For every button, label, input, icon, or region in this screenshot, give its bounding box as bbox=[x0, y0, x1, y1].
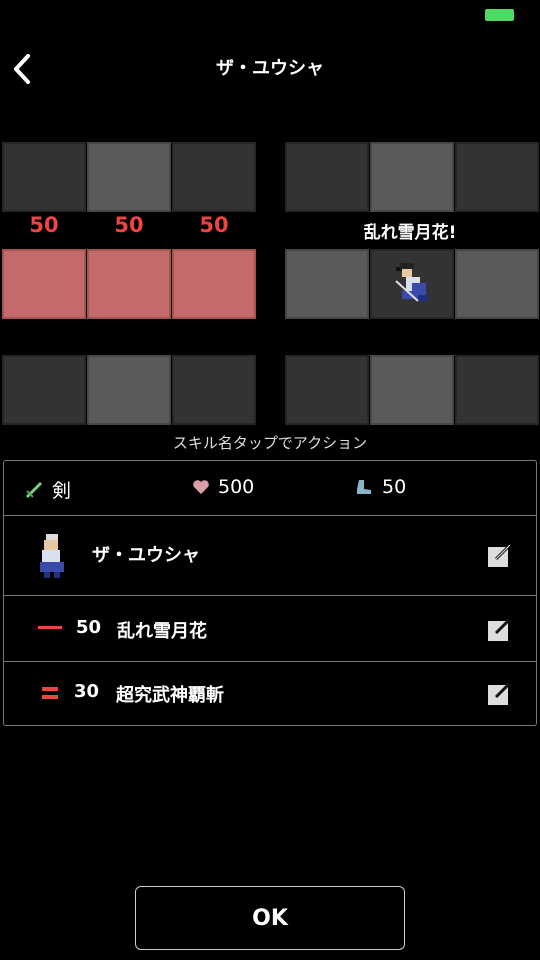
skill-name: 乱れ雪月花 bbox=[117, 621, 207, 642]
character-panel: 剣 500 50 ザ・ユウシャ 50 乱れ雪月花 30 超究武神覇斬 bbox=[3, 460, 537, 726]
edit-icon[interactable] bbox=[486, 541, 514, 569]
edit-icon[interactable] bbox=[486, 615, 514, 643]
target-cell[interactable] bbox=[87, 249, 171, 319]
skill-value: 30 bbox=[74, 681, 100, 702]
grid-cell[interactable] bbox=[455, 142, 539, 212]
battery-indicator bbox=[485, 9, 514, 21]
grid-cell[interactable] bbox=[455, 355, 539, 425]
grid-cell[interactable] bbox=[172, 355, 256, 425]
heart-icon bbox=[193, 480, 209, 494]
hp-value: 500 bbox=[218, 476, 255, 498]
skill-name-label: 乱れ雪月花! bbox=[363, 223, 457, 243]
sword-icon bbox=[25, 481, 43, 498]
grid-cell[interactable] bbox=[285, 355, 369, 425]
speed-value: 50 bbox=[382, 476, 407, 498]
hint-text: スキル名タップでアクション bbox=[172, 434, 368, 452]
grid-cell[interactable] bbox=[455, 249, 539, 319]
skill-value: 50 bbox=[76, 617, 102, 638]
double-line-icon bbox=[42, 687, 58, 699]
skill-row[interactable]: 30 超究武神覇斬 bbox=[4, 665, 536, 725]
skill-row[interactable]: 50 乱れ雪月花 bbox=[4, 599, 536, 659]
grid-cell[interactable] bbox=[370, 142, 454, 212]
grid-cell[interactable] bbox=[285, 142, 369, 212]
edit-icon[interactable] bbox=[486, 679, 514, 707]
grid-cell[interactable] bbox=[2, 355, 86, 425]
divider bbox=[4, 595, 536, 596]
ok-button[interactable]: OK bbox=[135, 886, 405, 950]
boot-icon bbox=[357, 480, 371, 494]
page-title: ザ・ユウシャ bbox=[216, 58, 324, 79]
grid-cell[interactable] bbox=[370, 355, 454, 425]
grid-cell[interactable] bbox=[87, 355, 171, 425]
damage-label: 50 bbox=[199, 213, 229, 237]
character-avatar-icon bbox=[40, 534, 64, 578]
target-cell[interactable] bbox=[172, 249, 256, 319]
divider bbox=[4, 661, 536, 662]
grid-cell[interactable] bbox=[285, 249, 369, 319]
weapon-label: 剣 bbox=[52, 480, 72, 502]
grid-cell[interactable] bbox=[172, 142, 256, 212]
skill-name: 超究武神覇斬 bbox=[116, 685, 224, 706]
stats-bar: 剣 500 50 bbox=[4, 461, 536, 516]
grid-cell[interactable] bbox=[2, 142, 86, 212]
hero-cell[interactable] bbox=[370, 249, 454, 319]
grid-cell[interactable] bbox=[87, 142, 171, 212]
damage-label: 50 bbox=[29, 213, 59, 237]
hp-stat: 500 bbox=[192, 476, 254, 498]
character-row[interactable]: ザ・ユウシャ bbox=[4, 523, 536, 583]
speed-stat: 50 bbox=[354, 476, 406, 498]
damage-label: 50 bbox=[114, 213, 144, 237]
target-cell[interactable] bbox=[2, 249, 86, 319]
hero-sprite-icon bbox=[395, 263, 428, 302]
character-name: ザ・ユウシャ bbox=[92, 545, 200, 566]
weapon-stat: 剣 bbox=[24, 476, 71, 503]
single-line-icon bbox=[38, 626, 62, 629]
